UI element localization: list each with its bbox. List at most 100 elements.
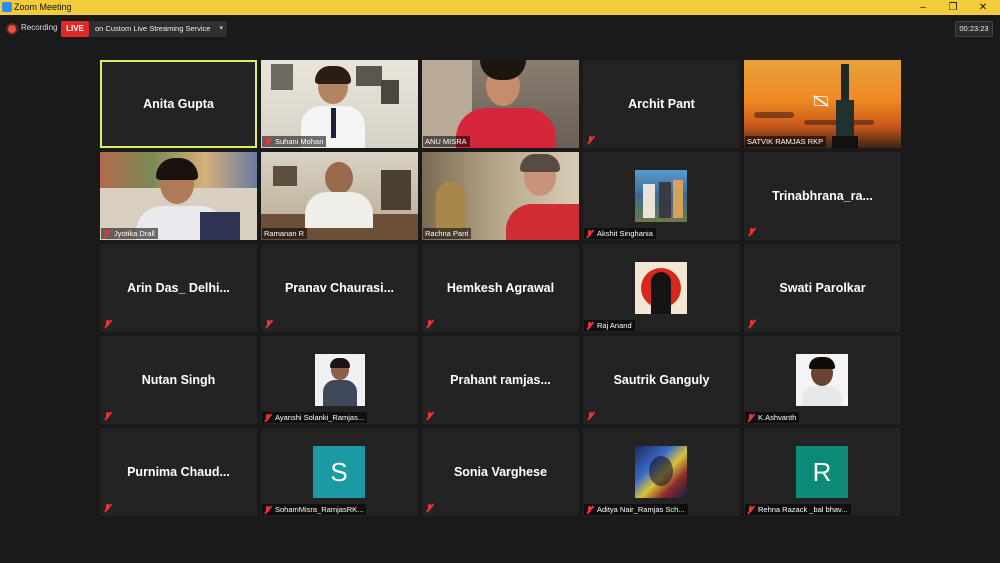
participant-nameplate: Aditya Nair_Ramjas Sch... [584,504,688,515]
participant-tile[interactable]: Sonia Varghese [422,428,579,516]
participant-name: Sonia Varghese [453,465,548,479]
participant-name: Raj Anand [597,321,632,330]
window-titlebar: Zoom Meeting – ❐ ✕ [0,0,1000,15]
recording-icon[interactable] [8,25,16,33]
participant-nameplate: Rehna Razack _bal bhav... [745,504,851,515]
mic-muted-icon [426,320,434,328]
participant-name: Jyotika Drall [114,229,155,238]
window-title: Zoom Meeting [14,2,72,12]
participant-name: SohamMisra_RamjasRK... [275,505,364,514]
participant-nameplate: Ramanan R [262,228,308,239]
participant-tile[interactable]: Swati Parolkar [744,244,901,332]
participant-tile[interactable]: Ramanan R [261,152,418,240]
participant-video [422,152,579,240]
participant-name: Aditya Nair_Ramjas Sch... [597,505,685,514]
participant-name: Trinabhrana_ra... [772,189,873,203]
participant-name: Ayanshi Solanki_Ramjas... [275,413,365,422]
participant-name: Pranav Chaurasi... [284,281,395,295]
mic-muted-icon [103,229,111,238]
maximize-button[interactable]: ❐ [938,0,968,15]
participant-tile[interactable]: Archit Pant [583,60,740,148]
mic-muted-icon [264,137,272,146]
participant-nameplate: Ayanshi Solanki_Ramjas... [262,412,368,423]
mic-muted-icon [587,412,595,420]
participant-name: Rachna Pant [425,229,469,238]
participant-name: Arin Das_ Delhi... [127,281,230,295]
participant-name: Archit Pant [628,97,695,111]
mic-muted-icon [426,412,434,420]
participant-nameplate: ANU MISRA [423,136,470,147]
mic-muted-icon [104,320,112,328]
participant-name: K.Ashvanth [758,413,797,422]
participant-nameplate: Raj Anand [584,320,635,331]
chevron-down-icon: ▾ [219,25,223,32]
participant-name: Nutan Singh [141,373,216,387]
mic-muted-icon [426,504,434,512]
participant-name: Prahant ramjas... [450,373,551,387]
participant-tile[interactable]: Pranav Chaurasi... [261,244,418,332]
participant-name: Anita Gupta [143,97,214,111]
participant-tile[interactable]: Akshit Singhania [583,152,740,240]
gallery-grid: Anita Gupta Suhani Mohan ANU MISRA Archi… [100,60,901,518]
participant-nameplate: Jyotika Drall [101,228,158,239]
mic-muted-icon [747,505,755,514]
participant-name: Rehna Razack _bal bhav... [758,505,848,514]
participant-tile[interactable]: Sautrik Ganguly [583,336,740,424]
participant-tile[interactable]: R Rehna Razack _bal bhav... [744,428,901,516]
participant-tile[interactable]: Suhani Mohan [261,60,418,148]
participant-name: SATVIK RAMJAS RKP [747,137,824,146]
participant-tile[interactable]: Raj Anand [583,244,740,332]
meeting-toolbar: Recording LIVE on Custom Live Streaming … [0,15,1000,43]
live-stream-dropdown[interactable]: on Custom Live Streaming Service ▾ [89,21,227,37]
mic-muted-icon [264,505,272,514]
minimize-button[interactable]: – [908,0,938,15]
mic-muted-icon [104,504,112,512]
participant-tile[interactable]: SATVIK RAMJAS RKP [744,60,901,148]
mic-muted-icon [264,413,272,422]
participant-tile[interactable]: ANU MISRA [422,60,579,148]
participant-tile[interactable]: Anita Gupta [100,60,257,148]
mic-muted-icon [748,228,756,236]
recording-label[interactable]: Recording [21,23,57,32]
participant-nameplate: SohamMisra_RamjasRK... [262,504,367,515]
participant-tile[interactable]: Prahant ramjas... [422,336,579,424]
participant-video [422,60,579,148]
close-button[interactable]: ✕ [968,0,998,15]
mic-muted-icon [587,136,595,144]
participant-tile[interactable]: Arin Das_ Delhi... [100,244,257,332]
participant-tile[interactable]: Rachna Pant [422,152,579,240]
mic-muted-icon [748,320,756,328]
participant-tile[interactable]: Trinabhrana_ra... [744,152,901,240]
mic-muted-icon [265,320,273,328]
mic-muted-icon [104,412,112,420]
mic-muted-icon [747,413,755,422]
participant-tile[interactable]: K.Ashvanth [744,336,901,424]
participant-avatar: S [313,446,365,498]
participant-name: Ramanan R [264,229,305,238]
participant-tile[interactable]: Hemkesh Agrawal [422,244,579,332]
participant-name: Hemkesh Agrawal [446,281,555,295]
zoom-app-icon [2,2,12,12]
mic-muted-icon [586,321,594,330]
participant-tile[interactable]: Ayanshi Solanki_Ramjas... [261,336,418,424]
participant-tile[interactable]: Purnima Chaud... [100,428,257,516]
camera-off-icon [814,96,828,106]
participant-tile[interactable]: Aditya Nair_Ramjas Sch... [583,428,740,516]
profile-picture [796,354,848,406]
participant-nameplate: Akshit Singhania [584,228,656,239]
participant-name: Sautrik Ganguly [613,373,710,387]
participant-nameplate: K.Ashvanth [745,412,800,423]
participant-tile[interactable]: Nutan Singh [100,336,257,424]
participant-tile[interactable]: S SohamMisra_RamjasRK... [261,428,418,516]
mic-muted-icon [586,505,594,514]
profile-picture [635,262,687,314]
participant-name: Suhani Mohan [275,137,324,146]
profile-picture [635,446,687,498]
participant-video [261,60,418,148]
participant-tile[interactable]: Jyotika Drall [100,152,257,240]
meeting-timer: 00:23:23 [955,21,993,37]
participant-name: ANU MISRA [425,137,467,146]
participant-video [261,152,418,240]
participant-name: Akshit Singhania [597,229,653,238]
live-badge: LIVE [61,21,89,37]
